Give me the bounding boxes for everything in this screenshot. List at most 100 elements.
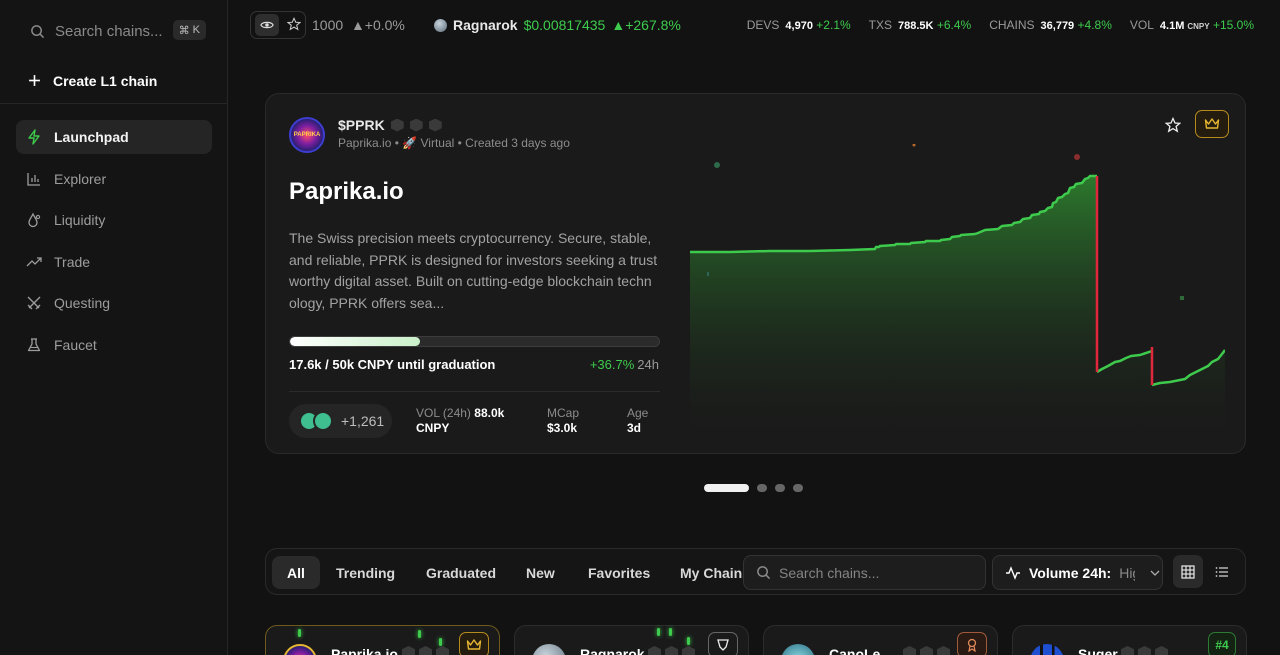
chain-count-change: ▲+0.0% [350, 17, 405, 33]
sidebar-item-questing[interactable]: Questing [16, 286, 212, 320]
change-period: 24h [637, 357, 659, 372]
chain-avatar [532, 644, 566, 655]
carousel-dots [704, 484, 803, 492]
particle [687, 637, 690, 645]
carousel-dot-2[interactable] [757, 484, 767, 492]
carousel-dot-4[interactable] [793, 484, 803, 492]
chart-area [690, 176, 1225, 434]
carousel-dot-1[interactable] [704, 484, 749, 492]
featured-chain-card[interactable]: PAPRIKA $PPRK Paprika.io • 🚀 Virtual • C… [265, 93, 1246, 454]
crown-badge [459, 632, 489, 655]
mcap-stat: MCap $3.0k [547, 406, 579, 436]
chain-search-input[interactable]: Search chains... [743, 555, 986, 590]
sidebar-search-placeholder: Search chains... [55, 22, 163, 40]
tab-new[interactable]: New [511, 556, 570, 589]
sort-select[interactable]: Volume 24h: High [992, 555, 1163, 590]
droplet-icon [28, 212, 41, 228]
badge-hex-icon [419, 646, 432, 655]
search-icon [757, 566, 771, 580]
age-label: Age [627, 406, 649, 420]
crown-badge[interactable] [1195, 110, 1229, 138]
plus-icon [29, 75, 40, 86]
chain-card[interactable]: Ragnarok [514, 625, 749, 655]
chain-card[interactable]: CanoLe [763, 625, 998, 655]
filter-bar: All Trending Graduated New Favorites My … [265, 548, 1246, 595]
badge-hex-icon [428, 118, 442, 132]
holder-avatars [299, 411, 333, 431]
chain-avatar [781, 644, 815, 655]
eye-toggle[interactable] [255, 14, 279, 36]
sidebar-item-trade[interactable]: Trade [16, 245, 212, 279]
featured-token[interactable]: Ragnarok $0.00817435 ▲+267.8% [434, 17, 681, 33]
tab-trending[interactable]: Trending [321, 556, 410, 589]
badge-hex-icon [390, 118, 404, 132]
price-change: +36.7% 24h [590, 357, 659, 372]
chain-avatar [283, 644, 317, 655]
chain-search-placeholder: Search chains... [779, 564, 880, 581]
sidebar-search[interactable]: Search chains... ⌘ K [16, 16, 212, 46]
chain-count-value: 1000 [312, 17, 344, 33]
view-toggle[interactable] [250, 11, 306, 39]
stat-change: +6.4% [936, 18, 972, 32]
particle [1180, 296, 1184, 300]
stat-label: DEVS [746, 18, 780, 32]
particle [714, 162, 720, 168]
tab-all[interactable]: All [272, 556, 320, 589]
stat-txs: TXS 788.5K +6.4% [869, 18, 972, 32]
age-value: 3d [627, 421, 642, 435]
shield-icon [717, 639, 729, 651]
sidebar-item-explorer[interactable]: Explorer [16, 162, 212, 196]
badge-hex-icon [937, 646, 950, 655]
stat-label: VOL [1129, 18, 1154, 32]
stat-value: 4.1M [1159, 20, 1185, 32]
sidebar-item-label: Trade [54, 253, 91, 270]
stat-change: +2.1% [816, 18, 851, 32]
sidebar-item-label: Explorer [54, 170, 107, 187]
holders-count: +1,261 [341, 413, 385, 429]
badge-hex-icon [1138, 646, 1151, 655]
chain-symbol: $PPRK [338, 117, 385, 133]
sidebar-item-launchpad[interactable]: Launchpad [16, 120, 212, 154]
sidebar-item-liquidity[interactable]: Liquidity [16, 203, 212, 237]
particle [1074, 154, 1080, 160]
trend-icon [26, 256, 42, 266]
chain-card[interactable]: Suger #4 [1012, 625, 1247, 655]
chain-card[interactable]: Paprika.io [265, 625, 500, 655]
chain-name: Suger [1078, 646, 1118, 655]
stat-chains: CHAINS 36,779 +4.8% [989, 18, 1112, 32]
graduation-progress-bar [289, 336, 660, 347]
badge-hex-icon [920, 646, 933, 655]
badge-hex-icon [402, 646, 415, 655]
particle [439, 638, 442, 646]
holders-pill[interactable]: +1,261 [289, 404, 392, 438]
tab-favorites[interactable]: Favorites [573, 556, 665, 589]
eye-icon [260, 21, 274, 29]
top-bar: 1000 ▲+0.0% Ragnarok $0.00817435 ▲+267.8… [228, 0, 1280, 50]
badge-hex-icon [409, 118, 423, 132]
rank-badge: #4 [1208, 632, 1236, 655]
star-toggle[interactable] [286, 16, 302, 34]
stat-label: CHAINS [989, 18, 1035, 32]
create-chain-button[interactable]: Create L1 chain [0, 58, 228, 104]
particle [912, 144, 916, 147]
sort-label: Volume 24h: [1029, 564, 1112, 581]
sidebar-nav: Launchpad Explorer Liquidity Trade Quest… [16, 120, 212, 369]
view-switcher [1173, 555, 1239, 590]
holder-avatar [313, 411, 333, 431]
activity-icon [1006, 565, 1020, 580]
carousel-dot-3[interactable] [775, 484, 785, 492]
favorite-button[interactable] [1159, 111, 1187, 139]
badge-hex-icon [1155, 646, 1168, 655]
token-logo [434, 18, 447, 32]
stat-value: 788.5K [898, 20, 934, 32]
list-view-button[interactable] [1207, 555, 1237, 588]
chain-name: Ragnarok [580, 646, 645, 655]
tab-graduated[interactable]: Graduated [411, 556, 511, 589]
badge-hex-icon [665, 646, 678, 655]
stat-change: +4.8% [1077, 18, 1112, 32]
token-change: ▲+267.8% [611, 17, 681, 33]
swords-icon [27, 296, 41, 310]
grid-view-button[interactable] [1173, 555, 1203, 588]
sidebar-item-faucet[interactable]: Faucet [16, 328, 212, 362]
particle [669, 628, 672, 636]
